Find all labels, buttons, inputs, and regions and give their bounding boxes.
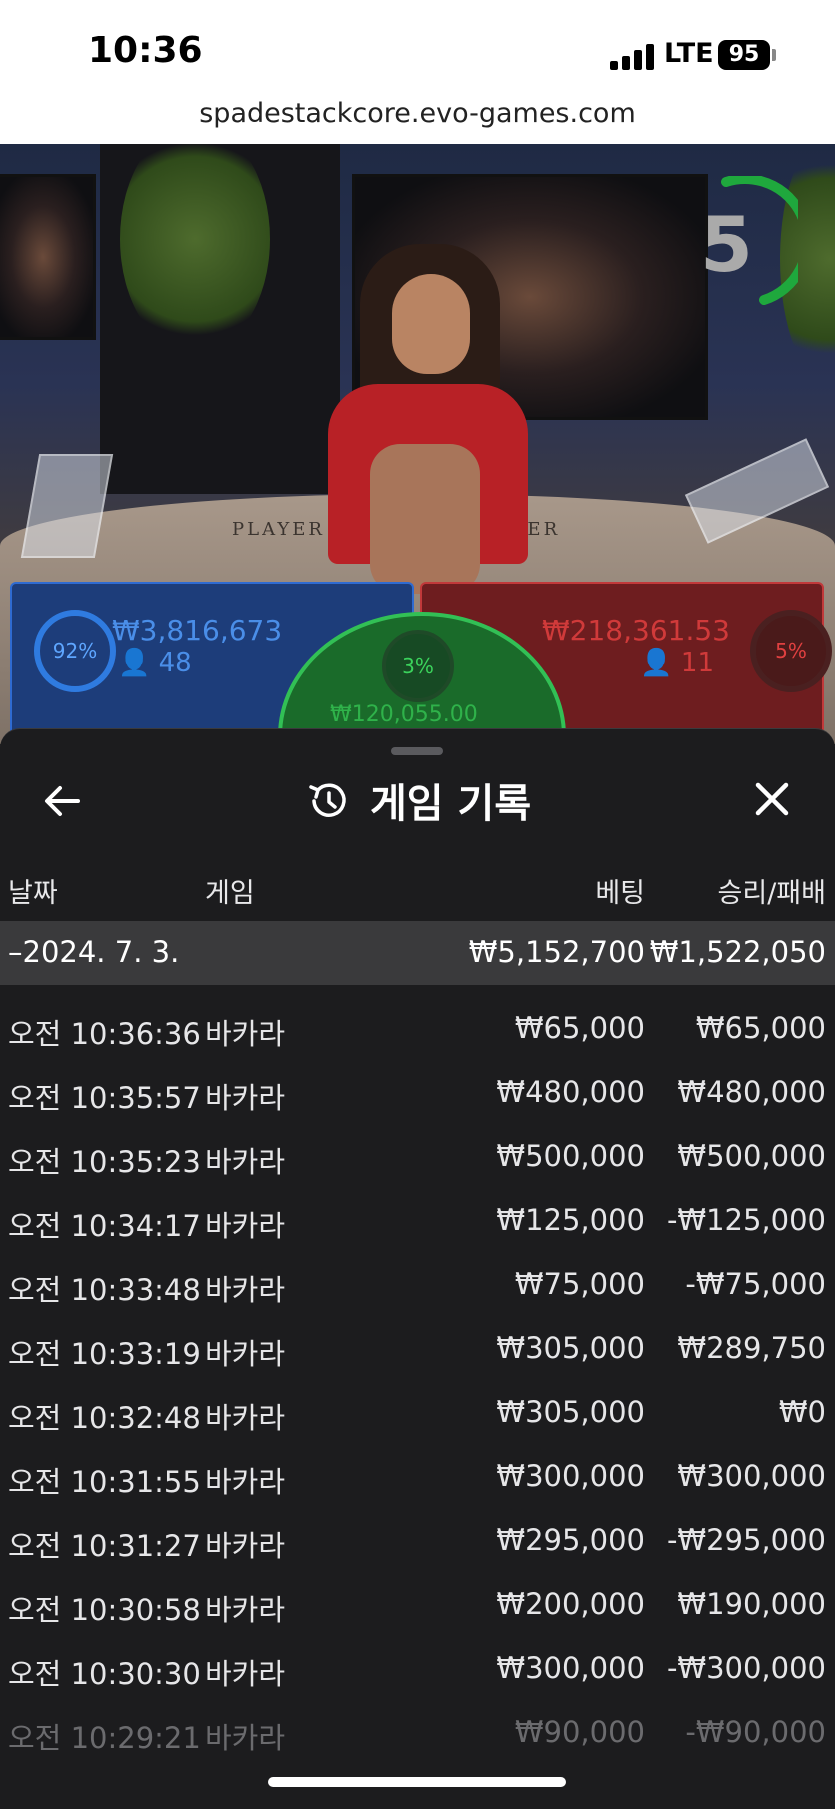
status-bar: 10:36 LTE 95: [0, 0, 835, 100]
history-row[interactable]: 오전 10:30:58 바카라 ₩200,000 ₩190,000: [0, 1577, 835, 1641]
column-header-bet[interactable]: 베팅: [595, 871, 645, 910]
player-total-amount: ₩3,816,673: [112, 614, 283, 647]
countdown-number: 5: [700, 200, 753, 289]
network-type: LTE: [664, 38, 714, 69]
game-history-sheet: 게임 기록 날짜 게임 베팅 승리/패배 –2024. 7. 3. ₩5,152…: [0, 728, 835, 1809]
column-header-game[interactable]: 게임: [205, 871, 255, 910]
banker-percent-ring: 5%: [750, 610, 832, 692]
battery-level: 95: [728, 42, 760, 67]
history-row[interactable]: 오전 10:36:36 바카라 ₩65,000 ₩65,000: [0, 1001, 835, 1065]
history-row[interactable]: 오전 10:35:23 바카라 ₩500,000 ₩500,000: [0, 1129, 835, 1193]
day-total-bet: ₩5,152,700: [468, 935, 645, 969]
tie-percent-ring: 3%: [382, 630, 454, 702]
column-header-date[interactable]: 날짜: [8, 871, 58, 910]
day-total-win-loss: ₩1,522,050: [649, 935, 826, 969]
sheet-title: 게임 기록: [370, 781, 532, 827]
history-row[interactable]: 오전 10:33:48 바카라 ₩75,000 -₩75,000: [0, 1257, 835, 1321]
day-summary-row[interactable]: –2024. 7. 3. ₩5,152,700 ₩1,522,050: [0, 921, 835, 985]
history-row[interactable]: 오전 10:31:55 바카라 ₩300,000 ₩300,000: [0, 1449, 835, 1513]
studio-screen-left: [0, 174, 96, 340]
back-arrow-icon[interactable]: [40, 779, 84, 823]
history-row[interactable]: 오전 10:32:48 바카라 ₩305,000 ₩0: [0, 1385, 835, 1449]
column-header-win-loss[interactable]: 승리/패배: [718, 871, 826, 910]
history-row[interactable]: 오전 10:34:17 바카라 ₩125,000 -₩125,000: [0, 1193, 835, 1257]
history-row[interactable]: 오전 10:33:19 바카라 ₩305,000 ₩289,750: [0, 1321, 835, 1385]
history-row[interactable]: 오전 10:31:27 바카라 ₩295,000 -₩295,000: [0, 1513, 835, 1577]
home-indicator[interactable]: [268, 1777, 566, 1787]
close-icon[interactable]: [752, 779, 792, 819]
history-row[interactable]: 오전 10:29:21 바카라 ₩90,000 -₩90,000: [0, 1705, 835, 1769]
day-date: –2024. 7. 3.: [8, 935, 180, 969]
history-clock-icon: [309, 783, 346, 817]
status-time: 10:36: [88, 30, 203, 71]
tie-total-amount: ₩120,055.00: [330, 702, 478, 727]
table-label-player: PLAYER: [232, 519, 325, 540]
banker-count: 👤 11: [640, 648, 714, 678]
battery-icon: 95: [718, 40, 770, 70]
url-text[interactable]: spadestackcore.evo-games.com: [0, 98, 835, 129]
cellular-signal-icon: [610, 44, 654, 70]
player-count: 👤 48: [118, 648, 192, 678]
history-row[interactable]: 오전 10:35:57 바카라 ₩480,000 ₩480,000: [0, 1065, 835, 1129]
browser-address-bar[interactable]: spadestackcore.evo-games.com: [0, 90, 835, 144]
history-row[interactable]: 오전 10:30:30 바카라 ₩300,000 -₩300,000: [0, 1641, 835, 1705]
banker-total-amount: ₩218,361.53: [541, 614, 730, 647]
player-percent-ring: 92%: [34, 610, 116, 692]
sheet-grabber[interactable]: [391, 747, 443, 755]
